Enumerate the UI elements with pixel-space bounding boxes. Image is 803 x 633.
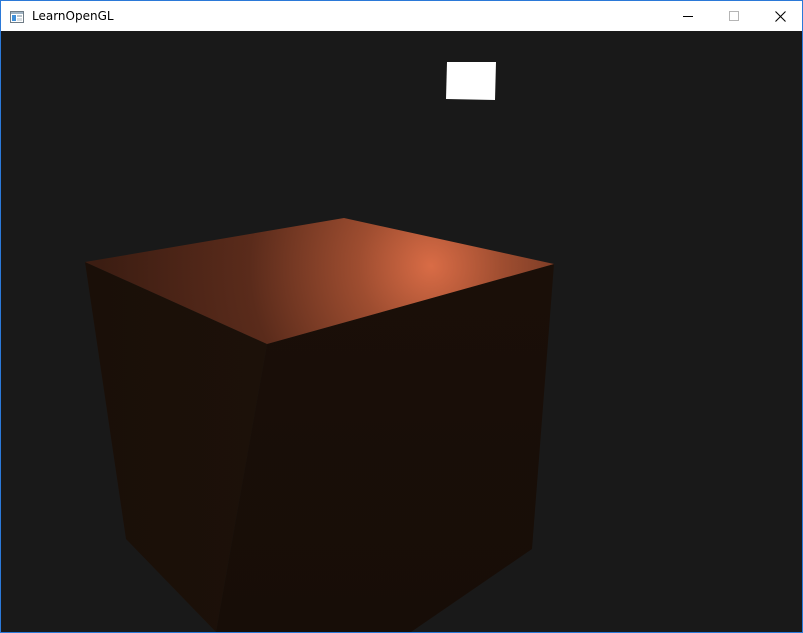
minimize-button[interactable] [665,1,711,31]
maximize-button[interactable] [711,1,757,31]
lamp-cube [446,62,496,100]
title-bar[interactable]: LearnOpenGL [1,1,802,31]
close-icon [774,10,786,22]
window-title: LearnOpenGL [32,9,114,23]
minimize-icon [683,11,693,21]
app-window: LearnOpenGL [0,0,803,633]
opengl-viewport[interactable] [1,31,802,632]
app-icon [10,9,24,23]
close-button[interactable] [757,1,802,31]
maximize-icon [729,11,739,21]
